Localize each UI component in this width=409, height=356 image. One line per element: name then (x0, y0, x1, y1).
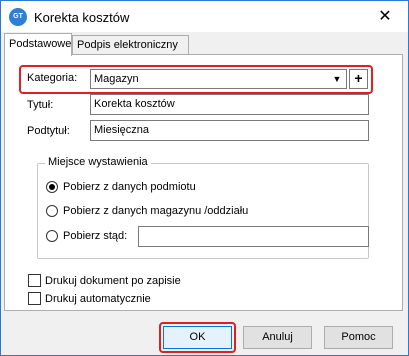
app-logo-icon: GT (9, 8, 27, 26)
tab-podpis-elektroniczny[interactable]: Podpis elektroniczny (72, 35, 189, 55)
radio-subject-data-label[interactable]: Pobierz z danych podmiotu (63, 181, 196, 193)
category-select[interactable]: Magazyn ▼ (90, 69, 347, 89)
subtitle-label: Podtytuł: (27, 125, 70, 137)
checkbox-print-after-save[interactable] (28, 274, 41, 287)
radio-warehouse-data[interactable] (46, 205, 58, 217)
close-icon: ✕ (378, 8, 392, 25)
ok-button[interactable]: OK (163, 326, 232, 349)
help-button[interactable]: Pomoc (324, 326, 393, 349)
radio-custom-place[interactable] (46, 230, 58, 242)
category-label: Kategoria: (27, 72, 78, 84)
add-category-button[interactable]: + (349, 69, 368, 89)
cancel-button[interactable]: Anuluj (243, 326, 312, 349)
subtitle-input[interactable]: Miesięczna (90, 120, 369, 141)
radio-warehouse-data-label[interactable]: Pobierz z danych magazynu /oddziału (63, 205, 248, 217)
custom-place-input[interactable] (138, 226, 369, 247)
category-value: Magazyn (94, 73, 139, 85)
dropdown-arrow-icon[interactable]: ▼ (330, 70, 344, 88)
close-button[interactable]: ✕ (362, 1, 408, 32)
window-title: Korekta kosztów (34, 10, 130, 25)
title-label: Tytuł: (27, 99, 54, 111)
tab-podstawowe[interactable]: Podstawowe (4, 33, 72, 56)
checkbox-print-automatically[interactable] (28, 292, 41, 305)
plus-icon: + (354, 70, 363, 86)
checkbox-print-automatically-label[interactable]: Drukuj automatycznie (45, 293, 151, 305)
radio-custom-place-label[interactable]: Pobierz stąd: (63, 230, 127, 242)
checkbox-print-after-save-label[interactable]: Drukuj dokument po zapisie (45, 275, 181, 287)
radio-subject-data[interactable] (46, 181, 58, 193)
title-bar: GT Korekta kosztów ✕ (1, 1, 408, 32)
issue-place-legend: Miejsce wystawienia (45, 156, 151, 168)
title-input[interactable]: Korekta kosztów (90, 94, 369, 115)
